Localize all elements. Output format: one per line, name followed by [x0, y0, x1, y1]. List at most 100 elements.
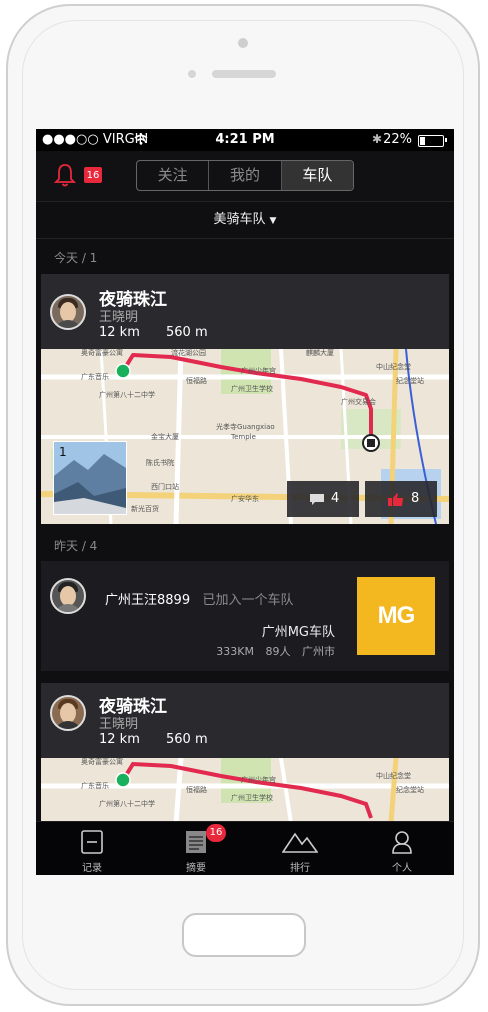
svg-text:纪念堂站: 纪念堂站: [396, 376, 424, 385]
comments-button[interactable]: 4: [287, 481, 359, 517]
svg-text:麒麟大厦: 麒麟大厦: [306, 349, 334, 357]
team-join-card[interactable]: 广州王汪8899 已加入一个车队 广州MG车队 333KM 89人 广州市 MG: [41, 561, 449, 671]
team-city: 广州市: [302, 645, 335, 658]
tab-record[interactable]: 记录: [40, 822, 144, 875]
tab-team[interactable]: 车队: [281, 161, 353, 190]
ride-elevation: 560 m: [166, 325, 208, 340]
likes-button[interactable]: 8: [365, 481, 437, 517]
earpiece-speaker: [212, 70, 276, 78]
ride-photo-thumbnail[interactable]: 1: [53, 441, 127, 515]
record-icon: [81, 830, 103, 854]
team-meta: 333KM 89人 广州市: [208, 643, 335, 659]
avatar-face: [60, 302, 76, 322]
svg-text:广州卫生学校: 广州卫生学校: [231, 384, 273, 393]
avatar-face: [60, 703, 76, 723]
avatar[interactable]: [50, 695, 86, 731]
avatar-body: [54, 604, 82, 612]
route-map[interactable]: 奥奇富豪公寓 广东音乐 广州第八十二中学 恒福路 广州卫生学校 广州少年宫 中山…: [41, 758, 449, 823]
ride-stats: 12 km 560 m: [99, 732, 230, 747]
avatar[interactable]: [50, 578, 86, 614]
notification-count-badge[interactable]: 16: [84, 167, 102, 183]
section-today: 今天 / 1: [54, 251, 98, 265]
team-logo[interactable]: MG: [357, 577, 435, 655]
svg-text:新光百货: 新光百货: [131, 504, 159, 513]
rider-name: 王晓明: [99, 310, 139, 325]
thumbs-up-icon: [388, 493, 403, 506]
battery-icon: [418, 135, 444, 147]
svg-text:西门口站: 西门口站: [151, 482, 179, 491]
bluetooth-icon: ✱: [371, 132, 382, 146]
team-name[interactable]: 广州MG车队: [262, 621, 335, 640]
svg-text:中山纪念堂: 中山纪念堂: [376, 362, 411, 371]
svg-text:中山纪念堂: 中山纪念堂: [376, 771, 411, 780]
svg-text:Temple: Temple: [230, 433, 256, 441]
avatar-face: [60, 586, 76, 606]
svg-text:恒福路: 恒福路: [186, 785, 207, 794]
svg-text:恒福路: 恒福路: [186, 376, 207, 385]
tab-ranking-label: 排行: [290, 863, 310, 874]
avatar-body: [54, 320, 82, 328]
tab-summary-label: 摘要: [186, 863, 206, 874]
tab-mine[interactable]: 我的: [209, 161, 282, 190]
svg-text:金宝大厦: 金宝大厦: [151, 432, 179, 441]
svg-text:广州卫生学校: 广州卫生学校: [231, 793, 273, 802]
tab-record-label: 记录: [82, 863, 102, 874]
mountain-icon: [282, 832, 318, 853]
section-yesterday: 昨天 / 4: [54, 539, 98, 553]
segmented-tabs: 关注 我的 车队: [136, 160, 354, 191]
tab-profile-label: 个人: [392, 863, 412, 874]
tab-ranking[interactable]: 排行: [248, 822, 352, 875]
svg-text:广州交易会: 广州交易会: [341, 397, 376, 406]
top-navigation: 16 关注 我的 车队: [36, 151, 454, 202]
front-camera: [238, 38, 248, 48]
comment-count: 4: [331, 491, 340, 506]
svg-text:陈氏书院: 陈氏书院: [146, 458, 174, 467]
ride-card[interactable]: 夜骑珠江 王晓明 12 km 560 m 奥奇富豪公寓 广东音乐 广州第八十二中…: [41, 274, 449, 524]
like-count: 8: [411, 491, 420, 506]
rider-name: 王晓明: [99, 717, 139, 732]
svg-text:流花湖公园: 流花湖公园: [171, 349, 206, 357]
ride-header: 夜骑珠江 王晓明 12 km 560 m: [41, 683, 449, 758]
svg-text:广东音乐: 广东音乐: [81, 781, 109, 790]
ride-stats: 12 km 560 m: [99, 325, 230, 340]
status-bar: ●●●○○ VIRGIN 4:21 PM ✱ 22%: [36, 129, 454, 151]
ride-distance: 12 km: [99, 732, 140, 747]
avatar-body: [54, 721, 82, 729]
svg-text:广州少年宫: 广州少年宫: [241, 366, 276, 375]
tab-summary[interactable]: 16 摘要: [144, 822, 248, 875]
ride-distance: 12 km: [99, 325, 140, 340]
svg-text:光孝寺Guangxiao: 光孝寺Guangxiao: [216, 422, 275, 431]
svg-text:纪念堂站: 纪念堂站: [396, 785, 424, 794]
join-action: 已加入一个车队: [202, 593, 294, 608]
svg-text:广州第八十二中学: 广州第八十二中学: [99, 390, 155, 399]
team-selector[interactable]: 美骑车队 ▼: [36, 202, 454, 239]
svg-text:广东音乐: 广东音乐: [81, 372, 109, 381]
svg-text:奥奇富豪公寓: 奥奇富豪公寓: [81, 349, 123, 357]
svg-text:广州第八十二中学: 广州第八十二中学: [99, 799, 155, 808]
svg-text:奥奇富豪公寓: 奥奇富豪公寓: [81, 758, 123, 766]
ride-card[interactable]: 夜骑珠江 王晓明 12 km 560 m 奥奇富豪公寓 广东音乐 广州第八十二中…: [41, 683, 449, 823]
summary-icon: [186, 831, 206, 853]
photo-count: 1: [59, 445, 67, 459]
join-text: 广州王汪8899 已加入一个车队: [105, 589, 294, 608]
bottom-tab-bar: 记录 16 摘要 排行 个人: [36, 821, 454, 875]
app-screen: ●●●○○ VIRGIN 4:21 PM ✱ 22% 16 关注 我的 车队 美…: [36, 129, 454, 875]
tab-profile[interactable]: 个人: [350, 822, 454, 875]
tab-following[interactable]: 关注: [137, 161, 210, 190]
join-user-name[interactable]: 广州王汪8899: [105, 593, 190, 608]
comment-icon: [310, 494, 324, 505]
team-members: 89人: [265, 645, 291, 658]
route-map[interactable]: 奥奇富豪公寓 广东音乐 广州第八十二中学 恒福路 广州卫生学校 广州少年宫 光孝…: [41, 349, 449, 524]
battery-percent: 22%: [383, 132, 412, 147]
avatar[interactable]: [50, 294, 86, 330]
home-button[interactable]: [182, 913, 306, 957]
bell-icon[interactable]: [54, 163, 76, 187]
ride-elevation: 560 m: [166, 732, 208, 747]
caret-down-icon: ▼: [269, 216, 277, 226]
battery-tip: [445, 138, 447, 142]
svg-text:广安华东: 广安华东: [231, 494, 259, 503]
team-selector-label: 美骑车队: [213, 212, 266, 227]
svg-text:广州少年宫: 广州少年宫: [241, 775, 276, 784]
map-canvas: 奥奇富豪公寓 广东音乐 广州第八十二中学 恒福路 广州卫生学校 广州少年宫 中山…: [41, 758, 449, 823]
ride-header: 夜骑珠江 王晓明 12 km 560 m: [41, 274, 449, 349]
